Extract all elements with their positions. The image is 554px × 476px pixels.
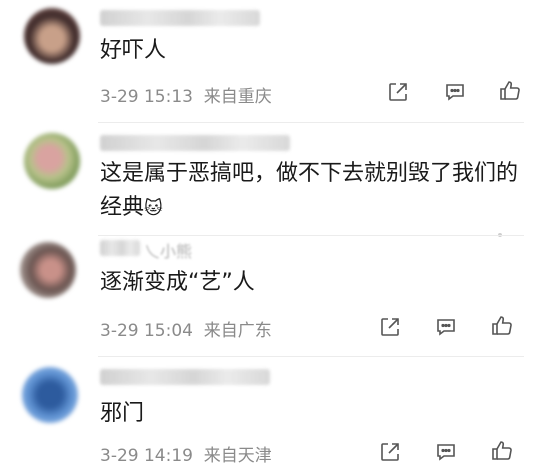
- comment-1: 好吓人 3-29 15:13 来自重庆: [0, 0, 554, 120]
- username-blurred[interactable]: [100, 369, 270, 385]
- comment-location: 来自广东: [203, 321, 272, 341]
- comment-text: 这是属于恶搞吧，做不下去就别毁了我们的: [100, 161, 519, 186]
- like-icon[interactable]: [498, 79, 522, 103]
- avatar[interactable]: [24, 8, 80, 64]
- comment-meta: 3-29 15:04 来自广东: [100, 316, 272, 341]
- comment-location: 来自重庆: [203, 87, 272, 107]
- comment-meta: 3-29 15:13 来自重庆: [100, 82, 272, 107]
- comment-date: 3-29 14:19: [100, 446, 193, 466]
- comment-date: 3-29 15:13: [100, 87, 193, 107]
- comment-icon[interactable]: [434, 440, 458, 464]
- comment-4: 邪门 3-29 14:19 来自天津: [0, 357, 554, 476]
- comment-date: 3-29 15:04: [100, 321, 193, 341]
- username-blurred[interactable]: [100, 135, 290, 151]
- avatar[interactable]: [20, 242, 76, 298]
- comment-icon[interactable]: [434, 315, 458, 339]
- like-icon[interactable]: [490, 314, 514, 338]
- comment-meta: 3-29 14:19 来自天津: [100, 441, 272, 466]
- comment-location: 来自天津: [203, 446, 272, 466]
- avatar[interactable]: [24, 133, 80, 189]
- comment-text-continued: 经典🐱: [100, 191, 163, 226]
- username-blurred[interactable]: [100, 10, 260, 26]
- like-icon[interactable]: [490, 439, 514, 463]
- comment-text: 好吓人: [100, 38, 167, 63]
- username-partial[interactable]: 乀小熊: [144, 238, 192, 262]
- comment-2: 这是属于恶搞吧，做不下去就别毁了我们的 经典🐱: [0, 123, 554, 237]
- share-icon[interactable]: [386, 80, 410, 104]
- share-icon[interactable]: [378, 315, 402, 339]
- avatar[interactable]: [22, 367, 78, 423]
- username-blurred[interactable]: [100, 240, 140, 256]
- share-icon[interactable]: [378, 440, 402, 464]
- comment-icon[interactable]: [443, 80, 467, 104]
- emoji-icon: 🐱: [144, 198, 163, 219]
- comment-text: 邪门: [100, 401, 145, 426]
- comment-text-line2: 经典: [100, 195, 145, 220]
- comment-3: 乀小熊 逐渐变成“艺”人 3-29 15:04 来自广东: [0, 236, 554, 354]
- comment-text: 逐渐变成“艺”人: [100, 270, 255, 295]
